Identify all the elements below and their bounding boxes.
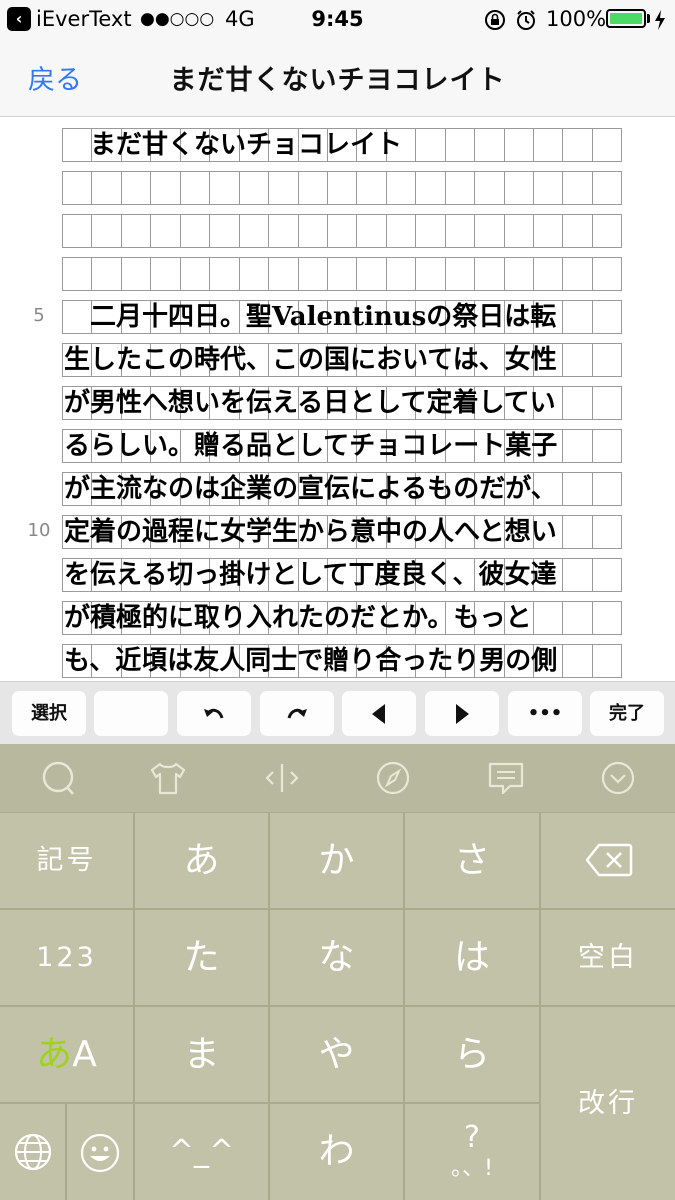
manuscript-row[interactable] bbox=[62, 171, 623, 205]
key-wa[interactable]: わ bbox=[270, 1104, 403, 1200]
caret-left-icon bbox=[372, 704, 385, 724]
line-number-5: 5 bbox=[33, 305, 45, 326]
message-icon[interactable] bbox=[486, 758, 526, 798]
battery-level bbox=[610, 13, 642, 24]
manuscript-line-text bbox=[64, 214, 612, 248]
rotation-lock-icon bbox=[485, 10, 505, 30]
manuscript-row[interactable]: が積極的に取り入れたのだとか。もっと bbox=[62, 601, 623, 635]
key-input-mode[interactable]: あA bbox=[0, 1007, 133, 1102]
manuscript-line-text: 生したこの時代、この国においては、女性 bbox=[64, 345, 557, 375]
network-type: 4G bbox=[225, 7, 255, 31]
manuscript-line-text: が主流なのは企業の宣伝によるものだが、 bbox=[64, 474, 557, 504]
manuscript-row[interactable]: まだ甘くないチョコレイト bbox=[62, 128, 623, 162]
manuscript-row[interactable]: 生したこの時代、この国においては、女性 bbox=[62, 343, 623, 377]
manuscript-row[interactable] bbox=[62, 257, 623, 291]
key-ma[interactable]: ま bbox=[135, 1007, 268, 1102]
japanese-keyboard: 記号 あ か さ 123 た な は 空白 あA ま や ら 改行 ^_^ わ bbox=[0, 812, 675, 1200]
key-numbers[interactable]: 123 bbox=[0, 910, 133, 1005]
clock: 9:45 bbox=[311, 7, 364, 31]
back-to-app-icon[interactable]: ‹ bbox=[7, 7, 31, 31]
undo-button[interactable] bbox=[177, 691, 251, 736]
keyboard-icon-bar bbox=[0, 744, 675, 812]
manuscript-line-text bbox=[64, 171, 612, 205]
status-bar: ‹ iEverText ●●○○○ 4G 9:45 100% bbox=[0, 0, 675, 38]
done-button[interactable]: 完了 bbox=[590, 691, 664, 736]
key-a[interactable]: あ bbox=[135, 813, 268, 908]
key-na[interactable]: な bbox=[270, 910, 403, 1005]
more-button[interactable]: ••• bbox=[508, 691, 582, 736]
mode-hiragana-label: あ bbox=[36, 1034, 73, 1075]
tshirt-icon[interactable] bbox=[148, 758, 188, 798]
manuscript-row[interactable] bbox=[62, 214, 623, 248]
document-title: まだ甘くないチヨコレイト bbox=[169, 65, 506, 96]
key-space[interactable]: 空白 bbox=[541, 910, 675, 1005]
key-face[interactable]: ^_^ bbox=[135, 1104, 268, 1200]
manuscript-line-text: 定着の過程に女学生から意中の人へと想い bbox=[64, 517, 557, 547]
key-ya[interactable]: や bbox=[270, 1007, 403, 1102]
backspace-icon bbox=[585, 843, 633, 877]
line-number-10: 10 bbox=[27, 520, 51, 541]
editor-toolbar: 選択 ••• 完了 bbox=[0, 681, 675, 745]
undo-icon bbox=[204, 708, 224, 719]
manuscript-row[interactable]: が主流なのは企業の宣伝によるものだが、 bbox=[62, 472, 623, 506]
compass-icon[interactable] bbox=[373, 758, 413, 798]
redo-icon bbox=[287, 708, 307, 719]
select-button[interactable]: 選択 bbox=[12, 691, 86, 736]
manuscript-row[interactable]: 定着の過程に女学生から意中の人へと想い bbox=[62, 515, 623, 549]
manuscript-row[interactable]: るらしい。贈る品としてチョコレート菓子 bbox=[62, 429, 623, 463]
cursor-right-button[interactable] bbox=[425, 691, 499, 736]
key-globe[interactable] bbox=[0, 1104, 65, 1200]
blank-button[interactable] bbox=[94, 691, 168, 736]
app-name[interactable]: iEverText bbox=[36, 6, 132, 32]
key-backspace[interactable] bbox=[541, 813, 675, 908]
manuscript-line-text: が男性へ想いを伝える日として定着してい bbox=[64, 388, 556, 418]
manuscript-line-text: を伝える切っ掛けとして丁度良く、彼女達 bbox=[64, 560, 557, 590]
globe-icon bbox=[14, 1133, 52, 1171]
chevron-down-icon[interactable] bbox=[598, 758, 638, 798]
cursor-move-icon[interactable] bbox=[262, 758, 302, 798]
manuscript-line-text: も、近頃は友人同士で贈り合ったり男の側 bbox=[64, 646, 558, 676]
manuscript-row[interactable]: を伝える切っ掛けとして丁度良く、彼女達 bbox=[62, 558, 623, 592]
battery-tip bbox=[647, 14, 650, 23]
battery-percent: 100% bbox=[546, 7, 607, 31]
manuscript-line-text bbox=[64, 257, 612, 291]
mode-alpha-label: A bbox=[72, 1034, 97, 1075]
caret-right-icon bbox=[456, 704, 469, 724]
key-symbols[interactable]: 記号 bbox=[0, 813, 133, 908]
key-sa[interactable]: さ bbox=[405, 813, 539, 908]
redo-button[interactable] bbox=[260, 691, 334, 736]
signal-strength: ●●○○○ bbox=[140, 9, 215, 29]
punct-question-label: ? bbox=[464, 1120, 480, 1155]
navigation-bar: 戻る まだ甘くないチヨコレイト bbox=[0, 38, 675, 117]
chat-bubble-icon[interactable] bbox=[38, 758, 78, 798]
key-ta[interactable]: た bbox=[135, 910, 268, 1005]
manuscript-editor[interactable]: 5 10 まだ甘くないチョコレイト 二月十四日。聖Valentinusの祭日は転… bbox=[0, 117, 675, 681]
key-ha[interactable]: は bbox=[405, 910, 539, 1005]
manuscript-line-text: 二月十四日。聖Valentinusの祭日は転 bbox=[64, 302, 557, 332]
punct-marks-label: 。、! bbox=[451, 1156, 493, 1181]
charging-bolt-icon bbox=[655, 10, 665, 30]
battery-icon bbox=[606, 9, 646, 28]
key-emoji[interactable] bbox=[67, 1104, 133, 1200]
manuscript-line-text: るらしい。贈る品としてチョコレート菓子 bbox=[64, 431, 558, 461]
key-punctuation[interactable]: ? 。、! bbox=[405, 1104, 539, 1200]
alarm-icon bbox=[517, 10, 535, 30]
cursor-left-button[interactable] bbox=[342, 691, 416, 736]
key-ra[interactable]: ら bbox=[405, 1007, 539, 1102]
manuscript-line-text: が積極的に取り入れたのだとか。もっと bbox=[64, 603, 532, 633]
manuscript-row[interactable]: が男性へ想いを伝える日として定着してい bbox=[62, 386, 623, 420]
emoji-icon bbox=[80, 1133, 120, 1173]
key-enter[interactable]: 改行 bbox=[541, 1007, 675, 1200]
key-ka[interactable]: か bbox=[270, 813, 403, 908]
manuscript-row[interactable]: も、近頃は友人同士で贈り合ったり男の側 bbox=[62, 644, 623, 678]
manuscript-line-text: まだ甘くないチョコレイト bbox=[64, 130, 403, 160]
manuscript-row[interactable]: 二月十四日。聖Valentinusの祭日は転 bbox=[62, 300, 623, 334]
